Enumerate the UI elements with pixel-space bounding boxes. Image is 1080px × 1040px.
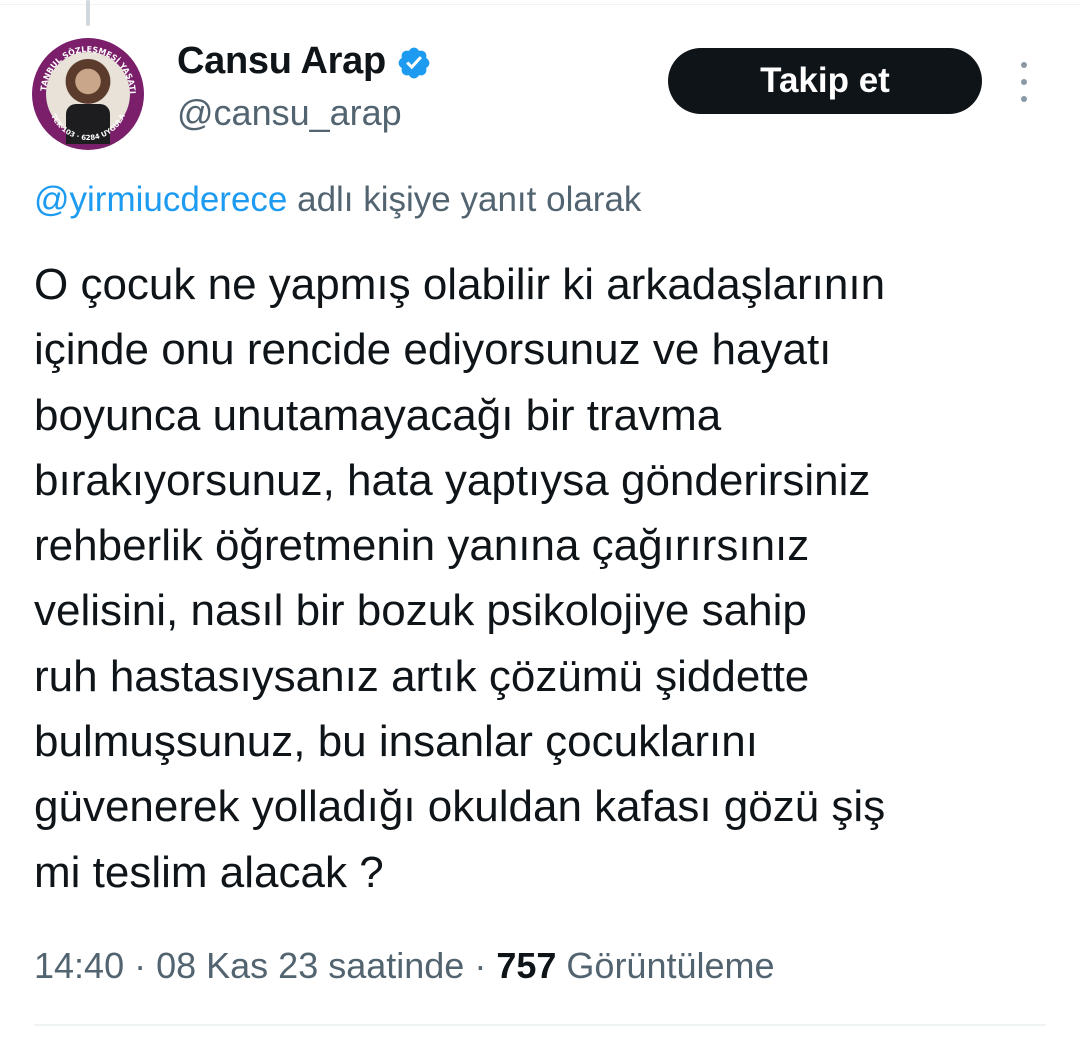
tweet-text-line: velisini, nasıl bir bozuk psikolojiye sa…	[34, 586, 807, 636]
tweet-text: O çocuk ne yapmış olabilir ki arkadaşlar…	[34, 252, 1044, 905]
author-name-row: Cansu Arap	[177, 40, 432, 83]
tweet-meta: 14:40 · 08 Kas 23 saatinde · 757 Görüntü…	[34, 945, 775, 987]
display-name[interactable]: Cansu Arap	[177, 40, 386, 83]
author-handle[interactable]: @cansu_arap	[177, 92, 402, 134]
more-dot	[1021, 79, 1027, 85]
more-vertical-icon[interactable]	[1012, 62, 1036, 102]
tweet-text-line: boyunca unutamayacağı bir travma	[34, 390, 722, 440]
views-count[interactable]: 757	[496, 945, 556, 986]
tweet-text-line: O çocuk ne yapmış olabilir ki arkadaşlar…	[34, 260, 886, 309]
tweet-text-line: mi teslim alacak ?	[34, 847, 384, 897]
tweet-time[interactable]: 14:40	[34, 945, 124, 986]
reply-context-label: adlı kişiye yanıt olarak	[287, 180, 642, 219]
tweet-date[interactable]: 08 Kas 23 saatinde	[156, 945, 464, 986]
avatar[interactable]: İSTANBUL SÖZLEŞMESİ YAŞATIR TCK-103 · 62…	[32, 38, 144, 150]
tweet-text-line: bulmuşsunuz, bu insanlar çocuklarını	[34, 717, 758, 767]
tweet-text-line: bırakıyorsunuz, hata yaptıysa gönderirsi…	[34, 455, 871, 505]
bottom-divider	[34, 1024, 1046, 1026]
top-divider	[0, 4, 1080, 5]
tweet-text-line: ruh hastasıysanız artık çözümü şiddette	[34, 651, 810, 701]
thread-connector-line	[86, 0, 90, 26]
follow-button[interactable]: Takip et	[668, 48, 982, 114]
reply-mention-link[interactable]: @yirmiucderece	[34, 180, 287, 219]
svg-text:İSTANBUL SÖZLEŞMESİ YAŞATIR: İSTANBUL SÖZLEŞMESİ YAŞATIR	[32, 38, 137, 94]
tweet-text-line: güvenerek yolladığı okuldan kafası gözü …	[34, 782, 886, 832]
more-dot	[1021, 96, 1027, 102]
tweet-text-line: rehberlik öğretmenin yanına çağırırsınız	[34, 521, 810, 571]
tweet-text-line: içinde onu rencide ediyorsunuz ve hayatı	[34, 325, 832, 375]
more-dot	[1021, 62, 1027, 68]
views-label[interactable]: Görüntüleme	[566, 945, 774, 986]
verified-badge-icon	[398, 47, 430, 78]
reply-context: @yirmiucderece adlı kişiye yanıt olarak	[34, 180, 641, 220]
avatar-ring-text: İSTANBUL SÖZLEŞMESİ YAŞATIR TCK-103 · 62…	[32, 38, 137, 142]
svg-text:TCK-103 · 6284 UYGULA: TCK-103 · 6284 UYGULA	[49, 112, 127, 142]
meta-separator: ·	[124, 945, 157, 986]
meta-separator: ·	[464, 945, 497, 986]
